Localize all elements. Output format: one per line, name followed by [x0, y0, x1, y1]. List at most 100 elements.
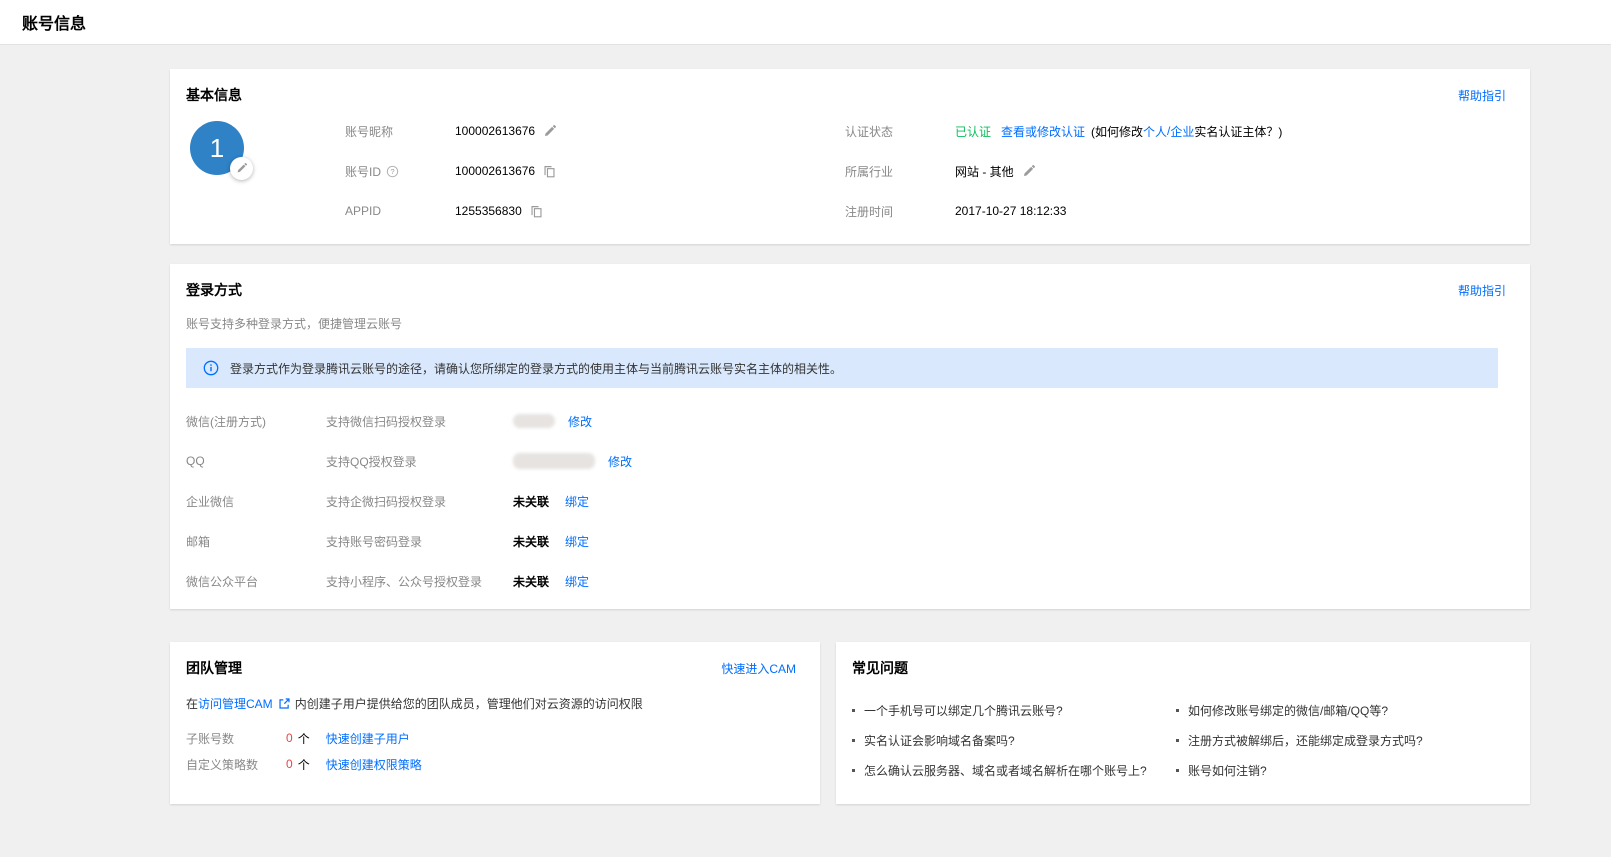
faq-item-which-account[interactable]: 怎么确认云服务器、域名或者域名解析在哪个账号上?: [852, 755, 1176, 785]
faq-item-text: 一个手机号可以绑定几个腾讯云账号?: [864, 702, 1063, 719]
faq-item-text: 注册方式被解绑后，还能绑定成登录方式吗?: [1188, 732, 1423, 749]
svg-text:?: ?: [390, 166, 394, 175]
industry-row: 所属行业 网站 - 其他: [845, 151, 1506, 191]
info-circle-icon: [203, 360, 219, 376]
modify-wechat-link[interactable]: 修改: [568, 413, 592, 430]
account-id-label: 账号ID: [345, 163, 381, 180]
team-desc-suffix: 内创建子用户提供给您的团队成员，管理他们对云资源的访问权限: [295, 695, 643, 712]
login-methods-subtitle: 账号支持多种登录方式，便捷管理云账号: [186, 315, 1506, 332]
bullet-icon: [852, 769, 855, 772]
login-row-wecom: 企业微信 支持企微扫码授权登录 未关联 绑定: [186, 481, 1506, 521]
faq-item-realname-icp[interactable]: 实名认证会影响域名备案吗?: [852, 725, 1176, 755]
custom-policy-stat-row: 自定义策略数 0 个 快速创建权限策略: [186, 751, 796, 777]
bind-wecom-link[interactable]: 绑定: [565, 493, 589, 510]
modify-auth-link[interactable]: 查看或修改认证: [1001, 123, 1085, 140]
bind-wechat-official-link[interactable]: 绑定: [565, 573, 589, 590]
auth-note-suffix: 实名认证主体？): [1194, 123, 1282, 140]
account-id-row: 账号ID ? 100002613676: [345, 151, 845, 191]
industry-value: 网站 - 其他: [955, 163, 1014, 180]
external-link-icon[interactable]: [278, 697, 291, 710]
custom-policy-unit: 个: [298, 756, 310, 773]
team-management-card: 团队管理 快速进入CAM 在访问管理CAM 内创建子用户提供给您的团队成员，管理…: [170, 642, 820, 804]
appid-label: APPID: [345, 204, 381, 218]
industry-label: 所属行业: [845, 163, 893, 180]
faq-item-text: 怎么确认云服务器、域名或者域名解析在哪个账号上?: [864, 762, 1147, 779]
wecom-desc: 支持企微扫码授权登录: [326, 493, 513, 510]
wechat-official-label: 微信公众平台: [186, 573, 326, 590]
login-row-email: 邮箱 支持账号密码登录 未关联 绑定: [186, 521, 1506, 561]
bullet-icon: [852, 709, 855, 712]
avatar-container: 1: [186, 111, 345, 231]
faq-item-phone-bind[interactable]: 一个手机号可以绑定几个腾讯云账号?: [852, 695, 1176, 725]
personal-auth-link[interactable]: 个人: [1143, 123, 1167, 140]
login-row-qq: QQ 支持QQ授权登录 修改: [186, 441, 1506, 481]
enter-cam-link[interactable]: 快速进入CAM: [721, 660, 796, 677]
account-id-value: 100002613676: [455, 164, 535, 178]
login-help-link[interactable]: 帮助指引: [1458, 282, 1506, 299]
bullet-icon: [1176, 739, 1179, 742]
page-header: 账号信息: [0, 0, 1611, 45]
redacted-wechat-value: [513, 414, 555, 428]
appid-row: APPID 1255356830: [345, 191, 845, 231]
wechat-label: 微信(注册方式): [186, 413, 326, 430]
registration-time-value: 2017-10-27 18:12:33: [955, 204, 1066, 218]
question-circle-icon[interactable]: ?: [386, 165, 399, 178]
team-management-title: 团队管理: [186, 658, 242, 678]
avatar-edit-button[interactable]: [230, 157, 253, 180]
wecom-label: 企业微信: [186, 493, 326, 510]
login-info-banner: 登录方式作为登录腾讯云账号的途径，请确认您所绑定的登录方式的使用主体与当前腾讯云…: [186, 348, 1498, 388]
page-title: 账号信息: [22, 10, 86, 34]
faq-item-text: 实名认证会影响域名备案吗?: [864, 732, 1015, 749]
create-policy-link[interactable]: 快速创建权限策略: [326, 756, 422, 773]
team-desc-prefix: 在: [186, 695, 198, 712]
auth-status-label: 认证状态: [845, 123, 893, 140]
login-row-wechat: 微信(注册方式) 支持微信扫码授权登录 修改: [186, 401, 1506, 441]
faq-title: 常见问题: [852, 658, 908, 678]
bind-email-link[interactable]: 绑定: [565, 533, 589, 550]
sub-account-label: 子账号数: [186, 730, 286, 747]
avatar-text: 1: [210, 133, 224, 164]
login-methods-title: 登录方式: [186, 280, 242, 300]
email-label: 邮箱: [186, 533, 326, 550]
custom-policy-label: 自定义策略数: [186, 756, 286, 773]
registration-time-label: 注册时间: [845, 203, 893, 220]
bullet-icon: [1176, 709, 1179, 712]
basic-info-title: 基本信息: [186, 85, 242, 105]
banner-text: 登录方式作为登录腾讯云账号的途径，请确认您所绑定的登录方式的使用主体与当前腾讯云…: [230, 360, 842, 377]
login-row-wechat-official: 微信公众平台 支持小程序、公众号授权登录 未关联 绑定: [186, 561, 1506, 601]
faq-item-modify-binding[interactable]: 如何修改账号绑定的微信/邮箱/QQ等?: [1176, 695, 1506, 725]
nickname-row: 账号昵称 100002613676: [345, 111, 845, 151]
bullet-icon: [852, 739, 855, 742]
enterprise-auth-link[interactable]: 企业: [1170, 123, 1194, 140]
wechat-official-status: 未关联: [513, 573, 549, 590]
nickname-value: 100002613676: [455, 124, 535, 138]
qq-desc: 支持QQ授权登录: [326, 453, 513, 470]
sub-account-unit: 个: [298, 730, 310, 747]
avatar: 1: [190, 121, 244, 175]
registration-time-row: 注册时间 2017-10-27 18:12:33: [845, 191, 1506, 231]
edit-nickname-icon[interactable]: [543, 125, 556, 138]
copy-appid-icon[interactable]: [530, 205, 543, 218]
modify-qq-link[interactable]: 修改: [608, 453, 632, 470]
auth-status-row: 认证状态 已认证 查看或修改认证 (如何修改个人/企业实名认证主体？): [845, 111, 1506, 151]
basic-help-link[interactable]: 帮助指引: [1458, 87, 1506, 104]
copy-account-id-icon[interactable]: [543, 165, 556, 178]
create-sub-user-link[interactable]: 快速创建子用户: [326, 730, 410, 747]
auth-note-prefix: (如何修改: [1091, 123, 1143, 140]
edit-industry-icon[interactable]: [1022, 165, 1035, 178]
sub-account-count: 0: [286, 731, 293, 745]
login-methods-card: 登录方式 帮助指引 账号支持多种登录方式，便捷管理云账号 登录方式作为登录腾讯云…: [170, 264, 1530, 609]
wecom-status: 未关联: [513, 493, 549, 510]
appid-value: 1255356830: [455, 204, 522, 218]
redacted-qq-value: [513, 453, 595, 469]
team-description: 在访问管理CAM 内创建子用户提供给您的团队成员，管理他们对云资源的访问权限: [186, 695, 796, 712]
faq-item-rebind-login[interactable]: 注册方式被解绑后，还能绑定成登录方式吗?: [1176, 725, 1506, 755]
faq-card: 常见问题 一个手机号可以绑定几个腾讯云账号? 实名认证会影响域名备案吗? 怎么确…: [836, 642, 1530, 804]
faq-item-text: 账号如何注销?: [1188, 762, 1267, 779]
email-status: 未关联: [513, 533, 549, 550]
faq-item-cancel-account[interactable]: 账号如何注销?: [1176, 755, 1506, 785]
cam-console-link[interactable]: 访问管理CAM: [198, 695, 273, 712]
nickname-label: 账号昵称: [345, 123, 393, 140]
faq-item-text: 如何修改账号绑定的微信/邮箱/QQ等?: [1188, 702, 1388, 719]
email-desc: 支持账号密码登录: [326, 533, 513, 550]
